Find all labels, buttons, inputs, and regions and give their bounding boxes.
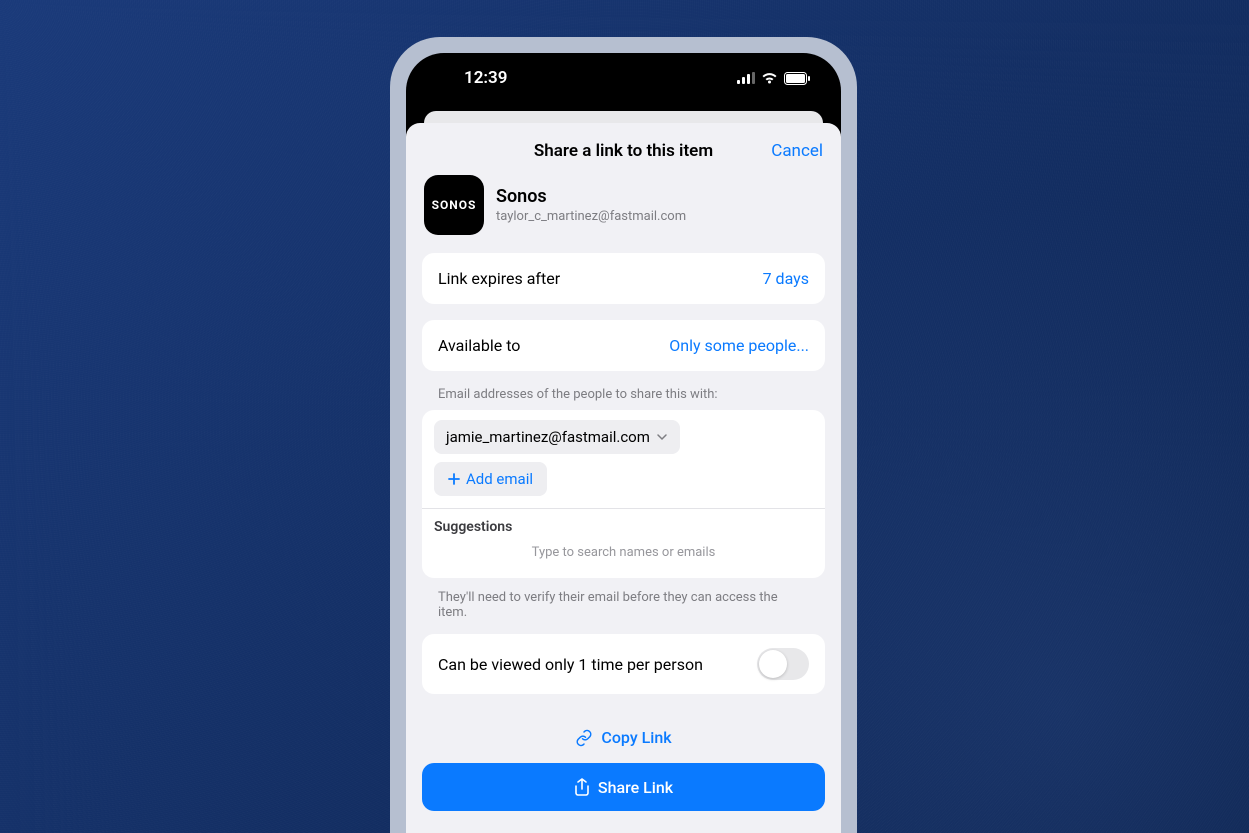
share-link-button[interactable]: Share Link xyxy=(422,763,825,811)
link-icon xyxy=(575,729,593,747)
toggle-knob xyxy=(759,650,787,678)
battery-icon xyxy=(784,72,811,85)
suggestions-title: Suggestions xyxy=(434,519,813,535)
availability-card[interactable]: Available to Only some people... xyxy=(422,320,825,371)
share-link-label: Share Link xyxy=(598,778,673,797)
add-email-label: Add email xyxy=(466,470,533,488)
share-sheet: Share a link to this item Cancel SONOS S… xyxy=(406,123,841,833)
suggestions-hint[interactable]: Type to search names or emails xyxy=(434,545,813,566)
view-once-toggle[interactable] xyxy=(757,648,809,680)
sheet-header: Share a link to this item Cancel xyxy=(406,123,841,175)
view-once-label: Can be viewed only 1 time per person xyxy=(438,655,703,674)
expiry-value: 7 days xyxy=(763,269,809,288)
email-section-label: Email addresses of the people to share t… xyxy=(406,387,841,410)
item-header: SONOS Sonos taylor_c_martinez@fastmail.c… xyxy=(406,175,841,253)
phone-frame: 12:39 Share a link to this item Cancel S… xyxy=(390,37,857,833)
email-chip[interactable]: jamie_martinez@fastmail.com xyxy=(434,420,680,454)
expiry-label: Link expires after xyxy=(438,269,560,288)
chevron-down-icon xyxy=(656,431,668,443)
plus-icon xyxy=(448,473,460,485)
status-bar: 12:39 xyxy=(406,53,841,103)
cellular-icon xyxy=(737,72,755,84)
share-icon xyxy=(574,778,590,796)
email-chip-text: jamie_martinez@fastmail.com xyxy=(446,428,650,446)
phone-screen: 12:39 Share a link to this item Cancel S… xyxy=(406,53,841,833)
wifi-icon xyxy=(761,72,778,84)
view-once-card: Can be viewed only 1 time per person xyxy=(422,634,825,694)
expiry-card[interactable]: Link expires after 7 days xyxy=(422,253,825,304)
availability-value: Only some people... xyxy=(669,336,809,355)
item-subtitle: taylor_c_martinez@fastmail.com xyxy=(496,209,686,224)
item-name: Sonos xyxy=(496,186,686,207)
availability-label: Available to xyxy=(438,336,520,355)
item-logo: SONOS xyxy=(424,175,484,235)
divider xyxy=(422,508,825,509)
add-email-button[interactable]: Add email xyxy=(434,462,547,496)
copy-link-label: Copy Link xyxy=(601,728,671,747)
sheet-title: Share a link to this item xyxy=(534,141,713,161)
status-indicators xyxy=(737,72,811,85)
email-card: jamie_martinez@fastmail.com Add email Su… xyxy=(422,410,825,578)
verify-help-text: They'll need to verify their email befor… xyxy=(406,584,841,634)
copy-link-button[interactable]: Copy Link xyxy=(406,710,841,763)
cancel-button[interactable]: Cancel xyxy=(771,141,823,161)
status-time: 12:39 xyxy=(436,68,507,88)
